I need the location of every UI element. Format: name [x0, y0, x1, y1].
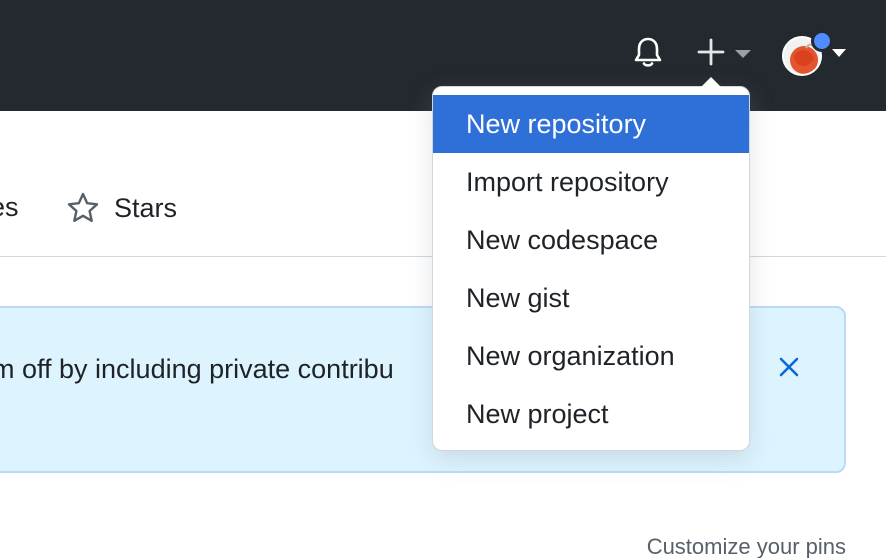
menu-item-new-repository[interactable]: New repository — [433, 95, 749, 153]
create-new-menu-button[interactable] — [696, 36, 754, 68]
customize-pins-link[interactable]: Customize your pins — [647, 534, 846, 558]
tab-stars[interactable]: Stars — [66, 188, 177, 228]
menu-item-new-codespace[interactable]: New codespace — [433, 211, 749, 269]
tab-partial-label[interactable]: es — [0, 192, 19, 223]
notifications-bell-icon[interactable] — [630, 34, 666, 70]
dropdown-caret — [701, 77, 721, 87]
close-icon[interactable] — [774, 352, 804, 382]
star-icon — [67, 192, 99, 222]
tab-stars-label: Stars — [114, 192, 178, 223]
user-menu-button[interactable] — [780, 30, 850, 78]
notification-dot — [811, 30, 833, 52]
banner-text: m off by including private contribu — [0, 354, 394, 384]
caret-down-icon — [832, 49, 846, 57]
menu-item-new-gist[interactable]: New gist — [433, 269, 749, 327]
menu-item-new-project[interactable]: New project — [433, 385, 749, 443]
plus-icon — [697, 38, 725, 66]
create-new-dropdown: New repository Import repository New cod… — [432, 77, 750, 451]
menu-item-import-repository[interactable]: Import repository — [433, 153, 749, 211]
caret-down-icon — [735, 50, 751, 58]
menu-item-new-organization[interactable]: New organization — [433, 327, 749, 385]
